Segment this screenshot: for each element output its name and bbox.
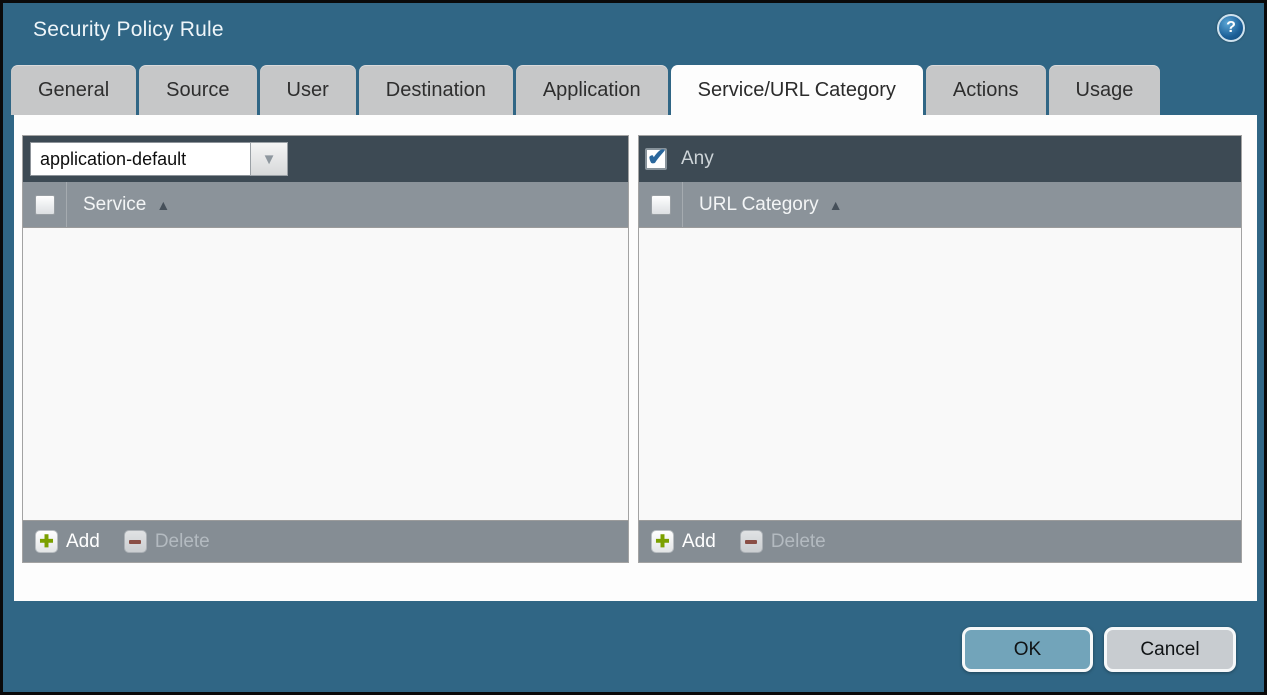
service-type-dropdown[interactable]: application-default ▼ <box>30 142 288 176</box>
any-checkbox-label[interactable]: Any <box>681 148 714 170</box>
add-plus-icon: ✚ <box>39 533 53 550</box>
url-category-column-header[interactable]: URL Category <box>699 194 819 216</box>
tab-application[interactable]: Application <box>516 65 668 115</box>
select-all-services-checkbox[interactable] <box>35 195 55 215</box>
help-icon[interactable]: ? <box>1217 14 1245 42</box>
tab-source[interactable]: Source <box>139 65 256 115</box>
url-category-footer: ✚ Add Delete <box>639 520 1241 562</box>
delete-service-button[interactable]: Delete <box>124 530 210 553</box>
url-category-panel: ✔ Any URL Category ▲ ✚ Add Delete <box>638 135 1242 563</box>
tab-usage[interactable]: Usage <box>1049 65 1161 115</box>
service-toolbar: application-default ▼ <box>23 136 628 182</box>
add-service-button[interactable]: ✚ Add <box>35 530 100 553</box>
tab-user[interactable]: User <box>260 65 356 115</box>
tab-bar: General Source User Destination Applicat… <box>11 65 1256 115</box>
security-policy-rule-dialog: Security Policy Rule ? General Source Us… <box>0 0 1267 695</box>
tab-destination[interactable]: Destination <box>359 65 513 115</box>
url-category-list[interactable] <box>639 228 1241 520</box>
service-list[interactable] <box>23 228 628 520</box>
checkmark-icon: ✔ <box>647 143 667 172</box>
url-category-table-header: URL Category ▲ <box>639 182 1241 228</box>
url-category-toolbar: ✔ Any <box>639 136 1241 182</box>
delete-minus-icon <box>745 540 757 544</box>
service-footer: ✚ Add Delete <box>23 520 628 562</box>
ok-button[interactable]: OK <box>962 627 1093 672</box>
service-type-dropdown-value[interactable]: application-default <box>30 142 250 176</box>
tab-service-url-category[interactable]: Service/URL Category <box>671 65 923 115</box>
service-column-header[interactable]: Service <box>83 194 146 216</box>
add-plus-icon: ✚ <box>655 533 669 550</box>
service-table-header: Service ▲ <box>23 182 628 228</box>
add-url-category-button[interactable]: ✚ Add <box>651 530 716 553</box>
sort-ascending-icon[interactable]: ▲ <box>829 197 843 213</box>
tab-actions[interactable]: Actions <box>926 65 1046 115</box>
delete-minus-icon <box>129 540 141 544</box>
tab-content-service-url-category: application-default ▼ Service ▲ ✚ Add <box>14 115 1257 601</box>
cancel-button[interactable]: Cancel <box>1104 627 1236 672</box>
sort-ascending-icon[interactable]: ▲ <box>156 197 170 213</box>
tab-general[interactable]: General <box>11 65 136 115</box>
delete-url-category-button[interactable]: Delete <box>740 530 826 553</box>
service-type-dropdown-button[interactable]: ▼ <box>250 142 288 176</box>
service-panel: application-default ▼ Service ▲ ✚ Add <box>22 135 629 563</box>
select-all-url-categories-checkbox[interactable] <box>651 195 671 215</box>
any-checkbox[interactable]: ✔ <box>645 148 667 170</box>
dialog-titlebar: Security Policy Rule ? <box>3 3 1264 65</box>
chevron-down-icon: ▼ <box>262 152 277 167</box>
page-title: Security Policy Rule <box>33 18 224 42</box>
